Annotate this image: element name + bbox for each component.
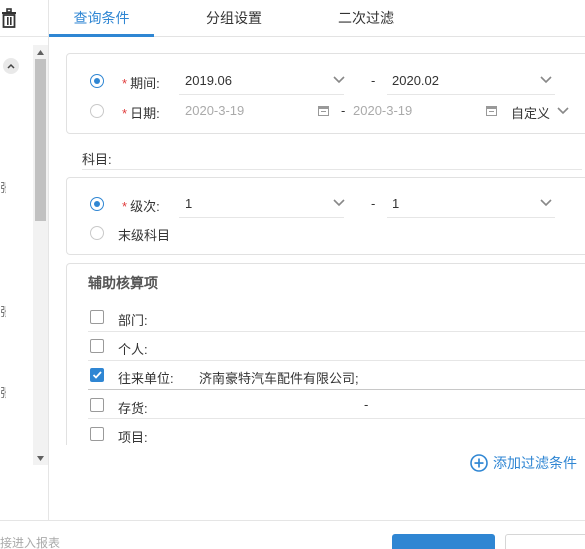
field-underline <box>179 217 344 218</box>
person-checkbox[interactable] <box>90 339 104 353</box>
required-mark: * <box>122 76 128 91</box>
level-label-text: 级次: <box>130 199 160 214</box>
chevron-up-icon <box>7 63 15 69</box>
left-panel: 张 张 张 <box>0 0 49 520</box>
cancel-button[interactable] <box>505 534 585 549</box>
leaf-subject-row: 末级科目 <box>67 219 585 247</box>
period-radio[interactable] <box>90 74 104 88</box>
triangle-up-icon <box>37 49 44 55</box>
tab-query-conditions[interactable]: 查询条件 <box>49 0 154 37</box>
leaf-subject-radio[interactable] <box>90 226 104 240</box>
period-box: * 期间: 2019.06 - 2020.02 * 日期: 2020-3-19 - … <box>66 53 585 134</box>
plus-circle-icon <box>470 454 488 472</box>
date-label-text: 日期: <box>130 106 160 121</box>
period-label-text: 期间: <box>130 76 160 91</box>
date-radio[interactable] <box>90 104 104 118</box>
custom-range-select[interactable]: 自定义 <box>511 103 550 122</box>
aux-item-label: 项目: <box>118 430 148 445</box>
date-from-value[interactable]: 2020-3-19 <box>185 103 244 118</box>
date-row: * 日期: 2020-3-19 - 2020-3-19 自定义 <box>67 97 585 125</box>
list-item-mark: 张 <box>0 387 6 399</box>
scroll-up-arrow[interactable] <box>33 45 48 59</box>
calendar-icon[interactable] <box>486 105 497 116</box>
aux-item-department: 部门: <box>88 303 585 332</box>
aux-item-label: 往来单位: <box>118 371 174 386</box>
chevron-down-icon[interactable] <box>540 76 552 84</box>
vertical-scrollbar[interactable] <box>33 45 48 465</box>
level-label: * 级次: <box>122 196 160 215</box>
tab-secondary-filter[interactable]: 二次过滤 <box>311 0 421 37</box>
tab-bar: 查询条件 分组设置 二次过滤 <box>49 0 585 37</box>
footer: 接进入报表 <box>0 520 585 549</box>
chevron-down-icon[interactable] <box>333 199 345 207</box>
tab-group-settings[interactable]: 分组设置 <box>179 0 289 37</box>
triangle-down-icon <box>37 455 44 461</box>
collapse-up-button[interactable] <box>3 58 19 74</box>
list-item-mark: 张 <box>0 306 6 318</box>
level-from-value[interactable]: 1 <box>185 196 192 211</box>
level-box: * 级次: 1 - 1 末级科目 <box>66 177 585 255</box>
inventory-value[interactable]: - <box>364 397 368 412</box>
chevron-down-icon[interactable] <box>333 76 345 84</box>
aux-item-project: 项目: <box>88 419 585 448</box>
list-item-mark: 张 <box>0 182 6 194</box>
scroll-down-arrow[interactable] <box>33 451 48 465</box>
field-underline <box>179 94 344 95</box>
aux-item-person: 个人: <box>88 332 585 361</box>
required-mark: * <box>122 199 128 214</box>
level-radio[interactable] <box>90 197 104 211</box>
auxiliary-title: 辅助核算项 <box>88 275 158 291</box>
inventory-checkbox[interactable] <box>90 398 104 412</box>
leaf-subject-label: 末级科目 <box>118 228 171 243</box>
department-checkbox[interactable] <box>90 310 104 324</box>
subject-field[interactable]: 科目: <box>82 148 582 170</box>
left-divider <box>0 36 48 37</box>
project-checkbox[interactable] <box>90 427 104 441</box>
aux-item-label: 个人: <box>118 342 148 357</box>
date-label: * 日期: <box>122 103 160 122</box>
partner-checkbox[interactable] <box>90 368 104 382</box>
trash-icon[interactable] <box>0 8 20 28</box>
add-filter-label: 添加过滤条件 <box>493 455 577 471</box>
calendar-icon[interactable] <box>318 105 329 116</box>
required-mark: * <box>122 106 128 121</box>
period-to-value[interactable]: 2020.02 <box>392 73 439 88</box>
chevron-down-icon[interactable] <box>557 107 569 115</box>
level-to-value[interactable]: 1 <box>392 196 399 211</box>
aux-item-label: 部门: <box>118 313 148 328</box>
level-row: * 级次: 1 - 1 <box>67 190 585 218</box>
level-separator: - <box>371 196 376 211</box>
aux-item-label: 存货: <box>118 401 148 416</box>
scroll-thumb[interactable] <box>35 59 46 221</box>
checkmark-icon <box>92 371 102 379</box>
period-row: * 期间: 2019.06 - 2020.02 <box>67 67 585 95</box>
footer-hint: 接进入报表 <box>0 536 61 549</box>
period-separator: - <box>371 73 376 88</box>
field-underline <box>387 217 555 218</box>
subject-label: 科目: <box>82 152 112 167</box>
chevron-down-icon[interactable] <box>540 199 552 207</box>
confirm-button[interactable] <box>392 534 495 549</box>
period-from-value[interactable]: 2019.06 <box>185 73 232 88</box>
date-separator: - <box>341 103 346 118</box>
partner-value[interactable]: 济南豪特汽车配件有限公司; <box>199 368 359 387</box>
aux-item-partner: 往来单位: 济南豪特汽车配件有限公司; <box>88 361 585 390</box>
aux-item-inventory: 存货: - <box>88 390 585 419</box>
period-label: * 期间: <box>122 73 160 92</box>
date-to-value[interactable]: 2020-3-19 <box>353 103 412 118</box>
add-filter-button[interactable]: 添加过滤条件 <box>470 453 577 473</box>
field-underline <box>387 94 555 95</box>
active-tab-indicator <box>49 34 154 37</box>
